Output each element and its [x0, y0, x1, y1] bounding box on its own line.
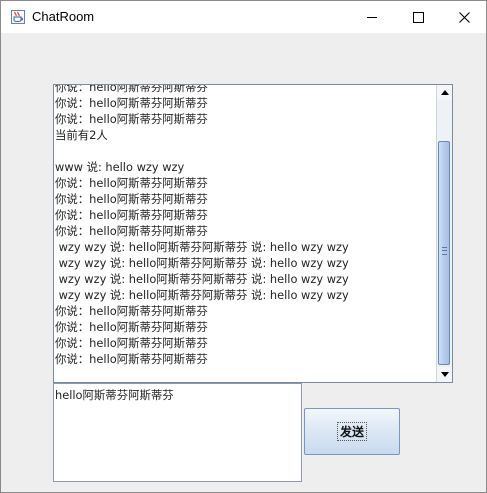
- chat-message-line: 你说：hello阿斯蒂芬阿斯蒂芬: [55, 352, 208, 366]
- chat-message-line: 你说：hello阿斯蒂芬阿斯蒂芬: [55, 96, 208, 110]
- title-bar[interactable]: ChatRoom: [1, 1, 486, 33]
- window-title: ChatRoom: [32, 9, 95, 24]
- scroll-thumb[interactable]: [438, 141, 450, 365]
- minimize-icon: [367, 16, 377, 18]
- chat-message-line: 你说：hello阿斯蒂芬阿斯蒂芬: [55, 336, 208, 350]
- chat-message-line: www 说: hello wzy wzy: [55, 160, 185, 174]
- scroll-up-arrow-icon: [440, 90, 449, 95]
- chat-message-line: 你说：hello阿斯蒂芬阿斯蒂芬: [55, 84, 208, 94]
- chat-message-line: 当前有2人: [55, 128, 108, 142]
- scroll-down-arrow-icon: [440, 372, 449, 377]
- scroll-up-button[interactable]: [437, 85, 452, 100]
- chat-message-line: 你说：hello阿斯蒂芬阿斯蒂芬: [55, 224, 208, 238]
- send-button[interactable]: 发送: [304, 408, 400, 455]
- chat-message-line: 你说：hello阿斯蒂芬阿斯蒂芬: [55, 112, 208, 126]
- message-input[interactable]: hello阿斯蒂芬阿斯蒂芬: [53, 383, 302, 482]
- chat-message-line: 你说：hello阿斯蒂芬阿斯蒂芬: [55, 192, 208, 206]
- maximize-icon: [412, 11, 424, 23]
- chat-lines: 你说：hello阿斯蒂芬阿斯蒂芬 你说：hello阿斯蒂芬阿斯蒂芬 你说：hello…: [55, 84, 436, 367]
- chatroom-window: ChatRoom 你说：hello阿斯蒂芬阿斯蒂芬 你说：hello阿斯蒂芬阿斯蒂…: [0, 0, 487, 493]
- chat-message-line: 你说：hello阿斯蒂芬阿斯蒂芬: [55, 176, 208, 190]
- chat-message-line: wzy wzy 说: hello阿斯蒂芬阿斯蒂芬 说: hello wzy wz…: [55, 240, 349, 254]
- chat-message-line: 你说：hello阿斯蒂芬阿斯蒂芬: [55, 320, 208, 334]
- java-coffee-cup-icon: [11, 10, 25, 24]
- chat-message-line: wzy wzy 说: hello阿斯蒂芬阿斯蒂芬 说: hello wzy wz…: [55, 272, 349, 286]
- chat-message-line: 你说：hello阿斯蒂芬阿斯蒂芬: [55, 208, 208, 222]
- chat-message-line: [55, 143, 436, 159]
- message-input-value: hello阿斯蒂芬阿斯蒂芬: [55, 388, 174, 402]
- scroll-down-button[interactable]: [437, 367, 452, 382]
- chat-message-line: 你说：hello阿斯蒂芬阿斯蒂芬: [55, 304, 208, 318]
- chat-message-line: wzy wzy 说: hello阿斯蒂芬阿斯蒂芬 说: hello wzy wz…: [55, 256, 349, 270]
- send-button-label: 发送: [336, 422, 367, 441]
- close-icon: [458, 11, 470, 23]
- scroll-grip-icon: [442, 247, 447, 255]
- minimize-button[interactable]: [349, 1, 395, 33]
- maximize-button[interactable]: [395, 1, 441, 33]
- vertical-scrollbar[interactable]: [436, 85, 452, 382]
- chat-history-textarea[interactable]: 你说：hello阿斯蒂芬阿斯蒂芬 你说：hello阿斯蒂芬阿斯蒂芬 你说：hello…: [53, 84, 453, 383]
- close-button[interactable]: [441, 1, 487, 33]
- chat-message-line: wzy wzy 说: hello阿斯蒂芬阿斯蒂芬 说: hello wzy wz…: [55, 288, 349, 302]
